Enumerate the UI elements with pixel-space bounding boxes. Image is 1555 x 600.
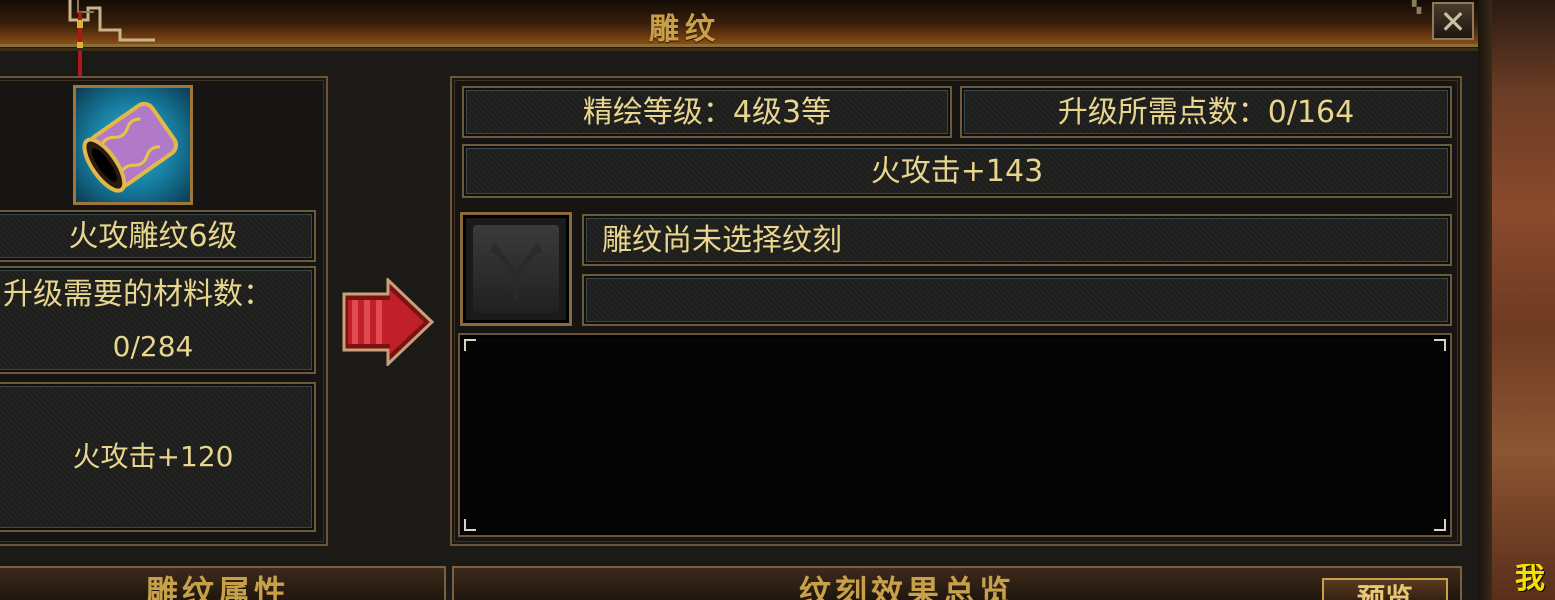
materials-field: 升级需要的材料数： 0/284 xyxy=(0,266,316,374)
upgrade-points: 升级所需点数：0/164 xyxy=(1057,95,1355,130)
engraving-window: 雕纹 ▚ ✕ 火攻雕纹6级 升级需要的材料数： 0/284 火攻击+120 精绘… xyxy=(0,0,1478,600)
next-effect-field: 火攻击+143 xyxy=(462,144,1452,198)
description-text xyxy=(460,335,1450,363)
close-corner-ornament-icon: ▚ xyxy=(1412,0,1422,14)
next-effect: 火攻击+143 xyxy=(870,154,1044,189)
title-bar[interactable]: 雕纹 ▚ ✕ xyxy=(0,0,1478,82)
close-button[interactable]: ✕ xyxy=(1432,2,1474,40)
engrave-detail-field xyxy=(582,274,1452,326)
engraving-item-slot[interactable] xyxy=(73,85,193,205)
engrave-slot[interactable] xyxy=(460,212,572,326)
current-effect-field: 火攻击+120 xyxy=(0,382,316,532)
tab-engraving-attributes-label: 雕纹属性 xyxy=(145,573,290,600)
purple-gold-cuff-icon xyxy=(82,101,179,193)
engrave-empty-icon xyxy=(473,225,559,313)
materials-count: 0/284 xyxy=(112,330,194,363)
engrave-status-field: 雕纹尚未选择纹刻 xyxy=(582,214,1452,266)
refine-level: 精绘等级：4级3等 xyxy=(582,95,832,130)
item-name: 火攻雕纹6级 xyxy=(68,219,238,254)
engrave-status: 雕纹尚未选择纹刻 xyxy=(602,223,842,258)
upgrade-arrow-icon xyxy=(342,278,435,366)
upgrade-points-field: 升级所需点数：0/164 xyxy=(960,86,1452,138)
item-name-field: 火攻雕纹6级 xyxy=(0,210,316,262)
game-screen: 我 雕纹 ▚ ✕ 火攻雕纹6级 升级需要的材料数： 0/284 火攻击+120 … xyxy=(0,0,1555,600)
tab-engraving-attributes[interactable]: 雕纹属性 xyxy=(0,566,446,600)
world-text: 我 xyxy=(1515,564,1545,594)
tab-engraving-overview-label: 纹刻效果总览 xyxy=(798,573,1015,600)
current-effect: 火攻击+120 xyxy=(72,440,234,473)
preview-button[interactable]: 预览 xyxy=(1322,578,1448,600)
description-box xyxy=(458,333,1452,537)
materials-label: 升级需要的材料数： xyxy=(3,277,273,312)
game-world-background: 我 xyxy=(1478,0,1555,600)
window-title: 雕纹 xyxy=(649,12,721,47)
refine-level-field: 精绘等级：4级3等 xyxy=(462,86,952,138)
tab-engraving-overview[interactable]: 纹刻效果总览 xyxy=(452,566,1462,600)
